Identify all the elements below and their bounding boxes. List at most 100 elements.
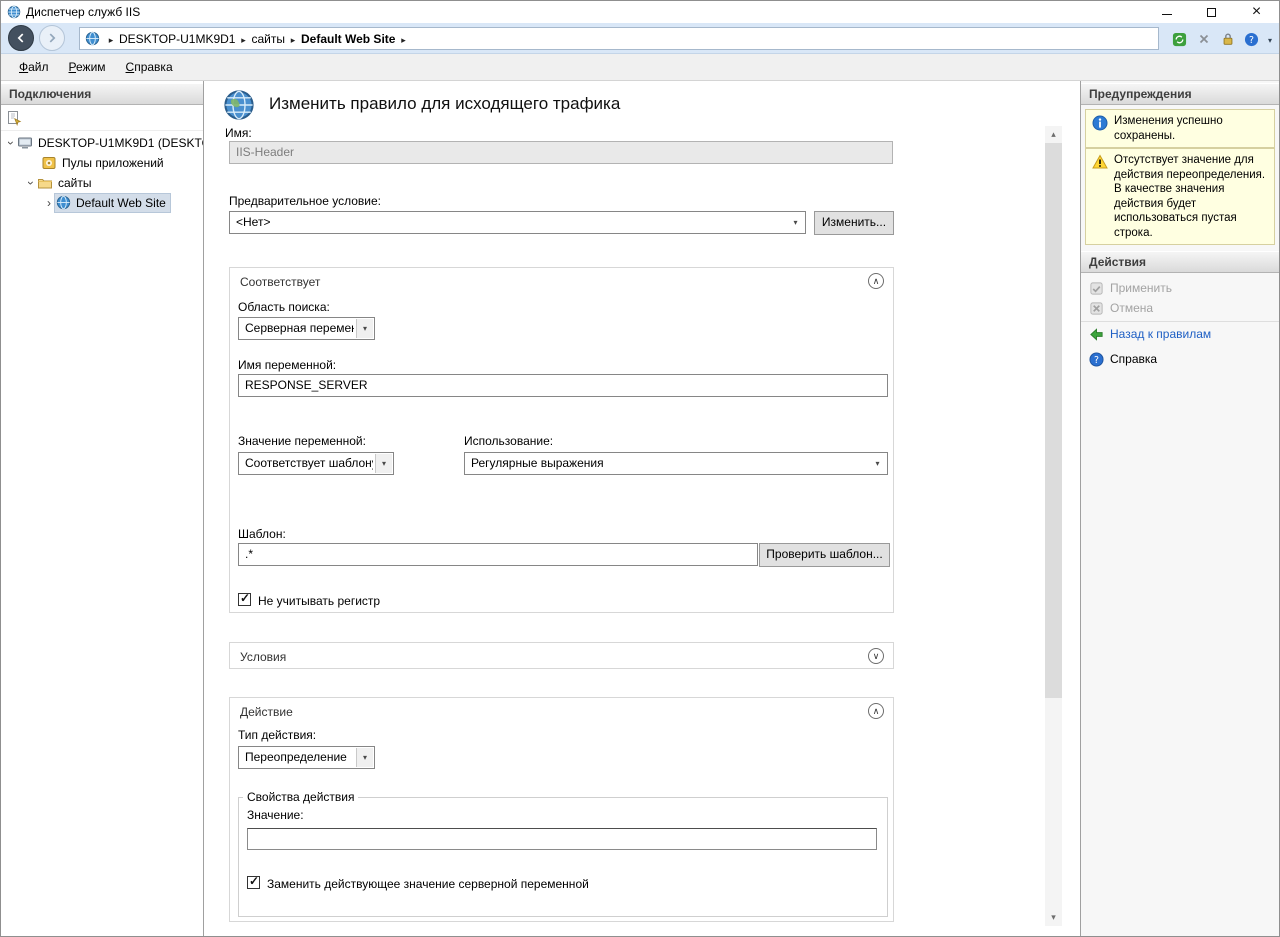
chevron-down-icon [356,748,373,767]
titlebar: Диспетчер служб IIS [1,1,1279,23]
info-alert-text: Изменения успешно сохранены. [1114,115,1223,142]
conditions-section: Условия [229,642,894,669]
apply-button[interactable]: Применить [1089,279,1172,297]
action-properties-group: Свойства действия Значение: Заменить дей… [238,790,888,917]
iis-manager-window: Диспетчер служб IIS DESKTOP-U1MK9D1 сайт… [0,0,1280,937]
stop-icon[interactable] [1196,31,1212,47]
vertical-scrollbar[interactable] [1045,126,1062,926]
scope-select[interactable]: Серверная переменн [238,317,375,340]
precondition-label: Предварительное условие: [229,194,381,208]
collapse-chevron-icon[interactable] [868,273,884,289]
actions-header: Действия [1081,251,1280,273]
expand-chevron-icon[interactable] [868,648,884,664]
conditions-section-header[interactable]: Условия [240,650,286,664]
precondition-select[interactable]: <Нет> [229,211,806,234]
tree-item-default-web-site[interactable]: Default Web Site [1,193,203,213]
ignore-case-checkbox[interactable] [238,593,251,606]
match-section: Соответствует Область поиска: Серверная … [229,267,894,613]
back-to-rules-link[interactable]: Назад к правилам [1089,325,1211,343]
variable-name-label: Имя переменной: [238,358,336,372]
collapse-chevron-icon[interactable] [868,703,884,719]
refresh-icon[interactable] [1172,31,1188,47]
action-type-label: Тип действия: [238,728,316,742]
breadcrumb-item-server[interactable]: DESKTOP-U1MK9D1 [116,32,238,46]
menu-help[interactable]: Справка [116,56,183,78]
minimize-icon [1162,14,1172,15]
connections-tree: DESKTOP-U1MK9D1 (DESKTOP Пулы приложений… [1,133,203,213]
help-icon: ? [1089,352,1104,367]
replace-value-checkbox[interactable] [247,876,260,889]
pattern-input[interactable]: .* [238,543,758,566]
main-content: Изменить правило для исходящего трафика … [205,81,1080,936]
info-alert: Изменения успешно сохранены. [1085,109,1275,148]
address-bar: DESKTOP-U1MK9D1 сайты Default Web Site ? [1,23,1279,54]
iis-app-icon [7,5,21,19]
match-section-header[interactable]: Соответствует [240,275,320,289]
menu-view[interactable]: Режим [59,56,116,78]
menu-file[interactable]: Файл [9,56,59,78]
warning-icon [1092,154,1108,170]
actions-divider [1081,321,1280,322]
tree-item-sites[interactable]: сайты [1,173,203,193]
warning-alert-text: Отсутствует значение для действия переоп… [1114,154,1265,239]
test-pattern-button[interactable]: Проверить шаблон... [759,543,890,567]
svg-text:?: ? [1250,34,1255,45]
chevron-down-icon[interactable] [1268,30,1272,48]
using-select[interactable]: Регулярные выражения [464,452,888,475]
breadcrumb[interactable]: DESKTOP-U1MK9D1 сайты Default Web Site [79,27,1159,50]
variable-value-label: Значение переменной: [238,434,366,448]
action-value-input[interactable] [247,828,877,850]
tree-item-label: Пулы приложений [62,156,164,170]
forward-button[interactable] [39,25,65,51]
connections-panel: Подключения DESKTOP-U1MK9D1 (DESKTOP Пул… [1,81,204,936]
feature-globe-icon [223,89,255,121]
close-button[interactable] [1234,1,1279,23]
help-link[interactable]: ? Справка [1089,350,1157,368]
maximize-button[interactable] [1189,1,1234,23]
pattern-label: Шаблон: [238,527,286,541]
scroll-down-button[interactable] [1045,909,1062,926]
expander-icon[interactable] [25,176,37,190]
action-section-header[interactable]: Действие [240,705,293,719]
tree-item-label: Default Web Site [76,196,166,210]
cancel-button[interactable]: Отмена [1089,299,1153,317]
cancel-icon [1089,301,1104,316]
tree-item-label: DESKTOP-U1MK9D1 (DESKTOP [38,136,203,150]
svg-text:?: ? [1094,354,1099,365]
action-type-value: Переопределение [245,747,354,768]
name-label: Имя: [225,126,252,140]
breadcrumb-item-current[interactable]: Default Web Site [298,32,398,46]
action-type-select[interactable]: Переопределение [238,746,375,769]
selected-tree-item[interactable]: Default Web Site [55,194,170,212]
globe-icon [85,31,101,47]
create-connection-icon[interactable] [6,110,22,126]
edit-precondition-button[interactable]: Изменить... [814,211,894,235]
warning-alert: Отсутствует значение для действия переоп… [1085,148,1275,245]
expander-icon[interactable] [5,136,17,150]
close-icon [1252,3,1261,21]
apply-icon [1089,281,1104,296]
using-value: Регулярные выражения [471,453,867,474]
variable-name-input[interactable]: RESPONSE_SERVER [238,374,888,397]
site-globe-icon [56,195,72,211]
scroll-up-button[interactable] [1045,126,1062,143]
breadcrumb-separator-icon [398,32,408,46]
folder-icon [37,175,53,191]
lock-icon[interactable] [1220,31,1236,47]
precondition-value: <Нет> [236,212,785,233]
variable-value-select[interactable]: Соответствует шаблону [238,452,394,475]
expander-icon[interactable] [43,196,55,210]
tree-item-server[interactable]: DESKTOP-U1MK9D1 (DESKTOP [1,133,203,153]
cancel-label: Отмена [1110,301,1153,315]
back-arrow-icon [1089,327,1104,342]
back-button[interactable] [8,25,34,51]
tree-item-app-pools[interactable]: Пулы приложений [1,153,203,173]
name-input[interactable]: IIS-Header [229,141,893,164]
breadcrumb-item-sites[interactable]: сайты [248,32,288,46]
help-icon[interactable]: ? [1244,31,1260,47]
minimize-button[interactable] [1144,1,1189,23]
scrollbar-thumb[interactable] [1045,143,1062,698]
using-label: Использование: [464,434,553,448]
apply-label: Применить [1110,281,1172,295]
variable-value-option: Соответствует шаблону [245,453,373,474]
